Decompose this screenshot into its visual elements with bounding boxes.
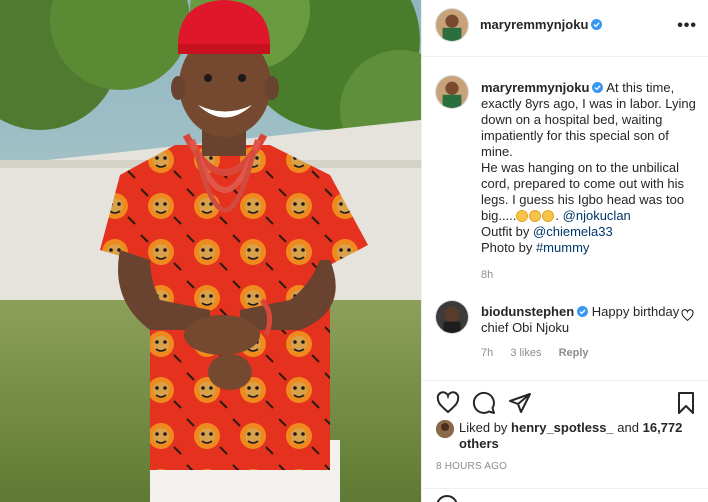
heart-icon [436, 391, 460, 414]
share-button[interactable] [508, 391, 532, 415]
comment-item: biodunstephen Happy birthday chief Obi N… [481, 304, 681, 336]
emoji-picker-icon[interactable] [436, 495, 458, 502]
photo-label: Photo by [481, 240, 533, 255]
smiling-emoji-icon [529, 210, 542, 222]
smiling-emoji-icon [516, 210, 529, 222]
commenter-avatar[interactable] [435, 300, 469, 334]
verified-badge-icon [577, 306, 589, 317]
verified-badge-icon [591, 19, 603, 30]
liked-by-summary: Liked by henry_spotless_ and 16,772 othe… [436, 420, 696, 452]
liked-by-and: and [617, 420, 639, 435]
post-header: maryremmynjoku ••• [422, 0, 708, 57]
post-caption: maryremmynjoku At this time, exactly 8yr… [481, 80, 699, 256]
verified-badge-icon [592, 82, 604, 93]
caption-photo-line: Photo by #mummy [481, 240, 699, 256]
hashtag-mummy[interactable]: #mummy [536, 240, 589, 255]
like-button[interactable] [436, 391, 460, 415]
caption-timestamp[interactable]: 8h [481, 269, 493, 281]
post-side-panel: maryremmynjoku ••• maryremmynjoku At thi… [421, 0, 708, 502]
author-username[interactable]: maryremmynjoku [480, 17, 603, 32]
more-options-button[interactable]: ••• [677, 17, 697, 35]
caption-paragraph-2: He was hanging on to the unbilical cord,… [481, 160, 685, 223]
save-button[interactable] [674, 391, 698, 415]
comment-button[interactable] [472, 391, 496, 415]
posted-time[interactable]: 8 HOURS AGO [436, 461, 507, 472]
add-comment-bar [422, 488, 708, 502]
comment-icon [472, 391, 495, 414]
comment-meta: 7h 3 likes Reply [481, 347, 603, 359]
outfit-label: Outfit by [481, 224, 530, 239]
post-actions-bar [422, 380, 708, 424]
commenter-username[interactable]: biodunstephen [481, 304, 574, 319]
liker-avatar[interactable] [436, 420, 454, 438]
caption-author-username[interactable]: maryremmynjoku [481, 80, 589, 95]
comment-like-heart-icon[interactable] [681, 309, 694, 322]
smiling-emoji-icon [542, 210, 555, 222]
bookmark-icon [678, 392, 694, 414]
comment-likes-count[interactable]: 3 likes [510, 347, 541, 359]
comment-timestamp[interactable]: 7h [481, 347, 493, 359]
paper-plane-icon [509, 393, 531, 413]
caption-author-avatar[interactable] [435, 75, 469, 109]
liked-by-text: Liked by henry_spotless_ and 16,772 othe… [436, 420, 696, 452]
author-avatar[interactable] [435, 8, 469, 42]
liked-by-prefix: Liked by [459, 420, 508, 435]
mention-chiemela33[interactable]: @chiemela33 [533, 224, 613, 239]
comment-reply-button[interactable]: Reply [559, 347, 589, 359]
caption-paragraph-1: maryremmynjoku At this time, exactly 8yr… [481, 80, 699, 160]
liker-username[interactable]: henry_spotless_ [511, 420, 614, 435]
caption-outfit-line: Outfit by @chiemela33 [481, 224, 699, 240]
author-username-text[interactable]: maryremmynjoku [480, 17, 588, 32]
post-photo[interactable] [0, 0, 421, 502]
mention-njokuclan[interactable]: @njokuclan [563, 208, 631, 223]
